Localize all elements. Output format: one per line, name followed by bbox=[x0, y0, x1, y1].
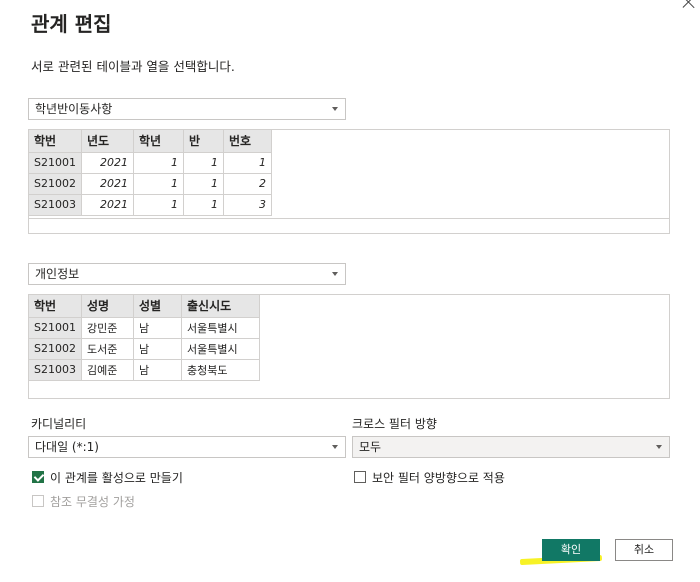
activate-relationship-checkbox[interactable] bbox=[32, 471, 44, 483]
table1-cell: 3 bbox=[223, 194, 272, 216]
table2-col-header[interactable]: 출신시도 bbox=[181, 295, 260, 318]
referential-integrity-checkbox bbox=[32, 495, 44, 507]
table2-cell: S21002 bbox=[29, 338, 82, 360]
table2-select[interactable]: 개인정보 bbox=[28, 263, 346, 285]
table2-cell: 강민준 bbox=[81, 317, 134, 339]
table2-cell: 남 bbox=[133, 338, 182, 360]
table2-cell: 도서준 bbox=[81, 338, 134, 360]
table1-cell: 2021 bbox=[81, 194, 134, 216]
activate-relationship-label[interactable]: 이 관계를 활성으로 만들기 bbox=[50, 469, 183, 486]
table1-cell: S21001 bbox=[29, 152, 82, 174]
table1-cell: S21002 bbox=[29, 173, 82, 195]
table1-cell: S21003 bbox=[29, 194, 82, 216]
table1-col-header[interactable]: 학번 bbox=[29, 130, 82, 153]
table2-preview: 학번 성명 성별 출신시도 S21001 강민준 남 서울특별시 S21002 … bbox=[28, 294, 670, 399]
table-row: S21001 2021 1 1 1 bbox=[29, 152, 272, 174]
table1-cell: 2021 bbox=[81, 152, 134, 174]
chevron-down-icon bbox=[332, 107, 338, 111]
table2-cell: S21003 bbox=[29, 359, 82, 381]
table1-col-header[interactable]: 년도 bbox=[81, 130, 134, 153]
table2-cell: 충청북도 bbox=[181, 359, 260, 381]
cancel-button[interactable]: 취소 bbox=[615, 539, 673, 561]
ok-button[interactable]: 확인 bbox=[542, 539, 600, 561]
security-filter-checkbox[interactable] bbox=[354, 471, 366, 483]
table1-cell: 1 bbox=[183, 152, 224, 174]
table-row: S21001 강민준 남 서울특별시 bbox=[29, 317, 260, 339]
table2-col-header[interactable]: 성명 bbox=[81, 295, 134, 318]
table2-cell: 남 bbox=[133, 317, 182, 339]
chevron-down-icon bbox=[332, 272, 338, 276]
table1-grid: 학번 년도 학년 반 번호 S21001 2021 1 1 1 S21002 2… bbox=[29, 130, 272, 216]
cross-filter-label: 크로스 필터 방향 bbox=[352, 417, 437, 431]
table1-cell: 1 bbox=[133, 194, 184, 216]
table2-grid: 학번 성명 성별 출신시도 S21001 강민준 남 서울특별시 S21002 … bbox=[29, 295, 260, 381]
table-row: S21003 김예준 남 충청북도 bbox=[29, 359, 260, 381]
table1-cell: 1 bbox=[183, 194, 224, 216]
referential-integrity-label: 참조 무결성 가정 bbox=[50, 495, 135, 509]
cardinality-select-value: 다대일 (*:1) bbox=[35, 440, 99, 454]
table1-cell: 2 bbox=[223, 173, 272, 195]
table2-cell: 서울특별시 bbox=[181, 338, 260, 360]
table2-col-header[interactable]: 성별 bbox=[133, 295, 182, 318]
table2-select-value: 개인정보 bbox=[35, 267, 80, 281]
table1-col-header[interactable]: 반 bbox=[183, 130, 224, 153]
table2-cell: 남 bbox=[133, 359, 182, 381]
table-row: S21002 도서준 남 서울특별시 bbox=[29, 338, 260, 360]
table2-cell: 김예준 bbox=[81, 359, 134, 381]
table-row: S21003 2021 1 1 3 bbox=[29, 194, 272, 216]
table1-col-header[interactable]: 학년 bbox=[133, 130, 184, 153]
dialog-title: 관계 편집 bbox=[31, 12, 112, 36]
table2-col-header[interactable]: 학번 bbox=[29, 295, 82, 318]
table1-select[interactable]: 학년반이동사항 bbox=[28, 98, 346, 120]
table1-cell: 1 bbox=[183, 173, 224, 195]
table2-cell: S21001 bbox=[29, 317, 82, 339]
table1-scroll-divider bbox=[29, 218, 669, 219]
dialog-subtitle: 서로 관련된 테이블과 열을 선택합니다. bbox=[31, 59, 235, 74]
security-filter-label[interactable]: 보안 필터 양방향으로 적용 bbox=[372, 469, 505, 486]
chevron-down-icon bbox=[332, 445, 338, 449]
cardinality-select[interactable]: 다대일 (*:1) bbox=[28, 436, 346, 458]
table1-preview: 학번 년도 학년 반 번호 S21001 2021 1 1 1 S21002 2… bbox=[28, 129, 670, 234]
cross-filter-select-value: 모두 bbox=[359, 440, 382, 454]
table1-cell: 1 bbox=[223, 152, 272, 174]
table1-cell: 1 bbox=[133, 152, 184, 174]
table1-select-value: 학년반이동사항 bbox=[35, 102, 113, 116]
table1-cell: 2021 bbox=[81, 173, 134, 195]
table1-col-header[interactable]: 번호 bbox=[223, 130, 272, 153]
table1-cell: 1 bbox=[133, 173, 184, 195]
close-icon[interactable] bbox=[681, 0, 697, 10]
cardinality-label: 카디널리티 bbox=[31, 417, 87, 431]
cross-filter-select[interactable]: 모두 bbox=[352, 436, 670, 458]
chevron-down-icon bbox=[656, 445, 662, 449]
table2-cell: 서울특별시 bbox=[181, 317, 260, 339]
table-row: S21002 2021 1 1 2 bbox=[29, 173, 272, 195]
